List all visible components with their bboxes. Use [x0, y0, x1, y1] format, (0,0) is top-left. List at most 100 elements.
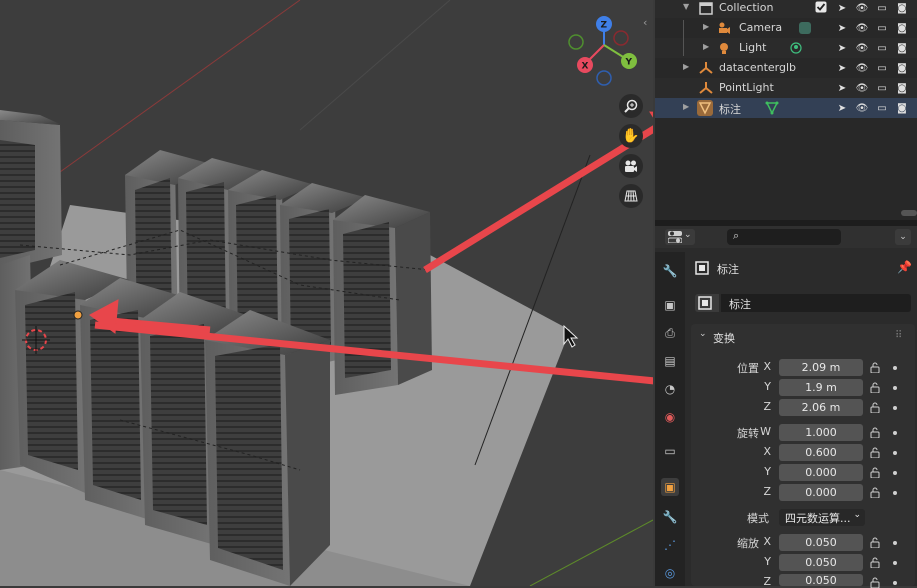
- object-icon: [698, 296, 712, 310]
- transform-panel-title[interactable]: 变换: [713, 330, 735, 346]
- view-layer-tab-icon[interactable]: ▤: [661, 352, 679, 370]
- monitor-icon[interactable]: ▭: [875, 81, 889, 95]
- eye-icon[interactable]: 👁: [855, 101, 869, 115]
- 3d-viewport[interactable]: Z X Y ‹ ✋: [0, 0, 653, 586]
- monitor-icon[interactable]: ▭: [875, 61, 889, 75]
- lock-icon[interactable]: [869, 467, 881, 478]
- keyframe-dot[interactable]: [893, 431, 897, 435]
- keyframe-dot[interactable]: [893, 581, 897, 585]
- lock-icon[interactable]: [869, 362, 881, 373]
- scene-tab-icon[interactable]: ◔: [661, 380, 679, 398]
- checkbox-icon[interactable]: [815, 1, 829, 15]
- eye-icon[interactable]: 👁: [855, 81, 869, 95]
- search-input[interactable]: [747, 229, 837, 245]
- location-y-field[interactable]: 1.9 m: [779, 379, 863, 396]
- location-z-field[interactable]: 2.06 m: [779, 399, 863, 416]
- scale-z-field[interactable]: 0.050: [779, 574, 863, 587]
- tool-tab-icon[interactable]: 🔧: [661, 262, 679, 280]
- options-dropdown[interactable]: ⌄: [895, 229, 911, 245]
- render-camera-icon[interactable]: ◙: [895, 81, 909, 95]
- hand-icon[interactable]: ✋: [619, 124, 643, 148]
- expand-icon[interactable]: ▶: [683, 62, 689, 71]
- mesh-object-icon: [697, 100, 713, 116]
- lock-icon[interactable]: [869, 402, 881, 413]
- keyframe-dot[interactable]: [893, 406, 897, 410]
- outliner-row-datacenterglb[interactable]: ▶ datacenterglb ➤ 👁 ▭ ◙: [655, 58, 917, 78]
- outliner-row-light[interactable]: ▶ Light ➤ 👁 ▭ ◙: [655, 38, 917, 58]
- scale-x-field[interactable]: 0.050: [779, 534, 863, 551]
- camera-data-icon[interactable]: [799, 21, 813, 35]
- outliner-row-camera[interactable]: ▶ Camera ➤ 👁 ▭ ◙: [655, 18, 917, 38]
- outliner-row-pointlight[interactable]: PointLight ➤ 👁 ▭ ◙: [655, 78, 917, 98]
- collection-tab-icon[interactable]: ▭: [661, 442, 679, 460]
- object-selector[interactable]: [695, 294, 719, 312]
- keyframe-dot[interactable]: [893, 451, 897, 455]
- editor-type-dropdown[interactable]: ⌄: [665, 229, 695, 245]
- eye-icon[interactable]: 👁: [855, 21, 869, 35]
- render-camera-icon[interactable]: ◙: [895, 1, 909, 15]
- rotation-x-field[interactable]: 0.600: [779, 444, 863, 461]
- rotation-w-field[interactable]: 1.000: [779, 424, 863, 441]
- outliner-row-collection[interactable]: ▼ Collection ➤ 👁 ▭ ◙: [655, 0, 917, 18]
- sidebar-toggle-icon[interactable]: ‹: [643, 16, 647, 29]
- pin-icon[interactable]: 📌: [897, 260, 912, 274]
- outliner-scrollbar[interactable]: [901, 210, 917, 216]
- monitor-icon[interactable]: ▭: [875, 1, 889, 15]
- expand-icon[interactable]: ▶: [683, 102, 689, 111]
- selectable-icon[interactable]: ➤: [835, 41, 849, 55]
- keyframe-dot[interactable]: [893, 541, 897, 545]
- monitor-icon[interactable]: ▭: [875, 41, 889, 55]
- physics-tab-icon[interactable]: ◎: [661, 564, 679, 582]
- eye-icon[interactable]: 👁: [855, 1, 869, 15]
- search-field[interactable]: ⌕: [727, 229, 841, 245]
- object-name-field[interactable]: 标注: [721, 294, 911, 312]
- eye-icon[interactable]: 👁: [855, 61, 869, 75]
- output-tab-icon[interactable]: ⎙: [661, 324, 679, 342]
- lock-icon[interactable]: [869, 487, 881, 498]
- render-camera-icon[interactable]: ◙: [895, 21, 909, 35]
- monitor-icon[interactable]: ▭: [875, 21, 889, 35]
- grid-icon[interactable]: [619, 184, 643, 208]
- location-x-field[interactable]: 2.09 m: [779, 359, 863, 376]
- monitor-icon[interactable]: ▭: [875, 101, 889, 115]
- expand-icon[interactable]: ▶: [703, 42, 709, 51]
- zoom-icon[interactable]: [619, 94, 643, 118]
- outliner-row-annotation[interactable]: ▶ 标注 ➤ 👁 ▭ ◙: [655, 98, 917, 118]
- light-data-icon[interactable]: [789, 41, 803, 55]
- keyframe-dot[interactable]: [893, 366, 897, 370]
- camera-icon[interactable]: [619, 154, 643, 178]
- keyframe-dot[interactable]: [893, 491, 897, 495]
- render-camera-icon[interactable]: ◙: [895, 41, 909, 55]
- keyframe-dot[interactable]: [893, 386, 897, 390]
- lock-icon[interactable]: [869, 447, 881, 458]
- rotation-y-field[interactable]: 0.000: [779, 464, 863, 481]
- lock-icon[interactable]: [869, 537, 881, 548]
- object-tab-icon[interactable]: ▣: [661, 478, 679, 496]
- selectable-icon[interactable]: ➤: [835, 101, 849, 115]
- expand-icon[interactable]: ▶: [703, 22, 709, 31]
- particles-tab-icon[interactable]: ⋰: [661, 536, 679, 554]
- keyframe-dot[interactable]: [893, 561, 897, 565]
- world-tab-icon[interactable]: ◉: [661, 408, 679, 426]
- lock-icon[interactable]: [869, 382, 881, 393]
- keyframe-dot[interactable]: [893, 471, 897, 475]
- mesh-data-icon[interactable]: [765, 101, 779, 115]
- rotation-z-field[interactable]: 0.000: [779, 484, 863, 501]
- scale-y-field[interactable]: 0.050: [779, 554, 863, 571]
- panel-collapse-icon[interactable]: ⌄: [699, 329, 707, 339]
- selectable-icon[interactable]: ➤: [835, 1, 849, 15]
- lock-icon[interactable]: [869, 557, 881, 568]
- modifier-tab-icon[interactable]: 🔧: [661, 508, 679, 526]
- expand-icon[interactable]: ▼: [683, 2, 689, 11]
- lock-icon[interactable]: [869, 427, 881, 438]
- drag-handle-icon[interactable]: ⠿: [895, 330, 902, 341]
- render-camera-icon[interactable]: ◙: [895, 61, 909, 75]
- eye-icon[interactable]: 👁: [855, 41, 869, 55]
- render-camera-icon[interactable]: ◙: [895, 101, 909, 115]
- render-tab-icon[interactable]: ▣: [661, 296, 679, 314]
- lock-icon[interactable]: [869, 577, 881, 588]
- selectable-icon[interactable]: ➤: [835, 81, 849, 95]
- rotation-mode-dropdown[interactable]: 四元数运算... ⌄: [779, 509, 865, 526]
- selectable-icon[interactable]: ➤: [835, 61, 849, 75]
- selectable-icon[interactable]: ➤: [835, 21, 849, 35]
